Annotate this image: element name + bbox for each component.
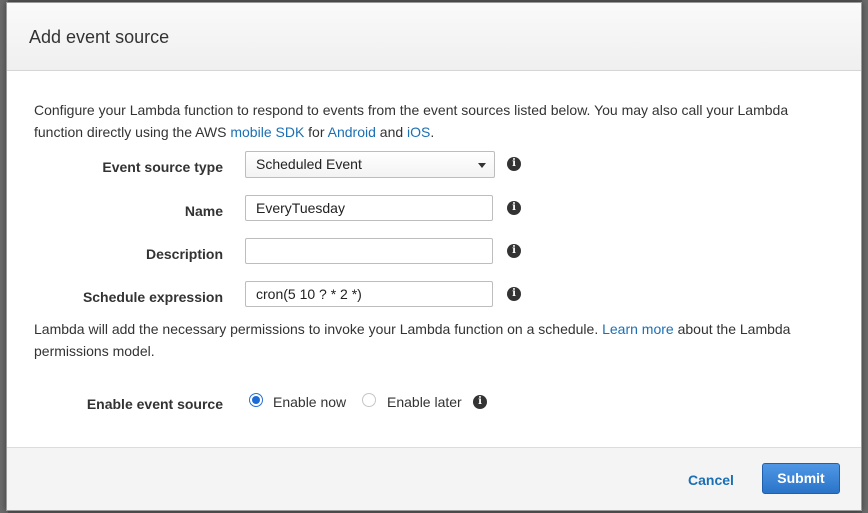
dialog-header: Add event source	[7, 3, 861, 71]
chevron-down-icon	[478, 163, 486, 168]
event-source-type-value: Scheduled Event	[256, 156, 362, 172]
info-icon[interactable]: i	[507, 157, 521, 171]
info-icon[interactable]: i	[473, 395, 487, 409]
intro-text-part: for	[304, 124, 328, 140]
add-event-source-dialog: Add event source Configure your Lambda f…	[6, 2, 862, 511]
intro-text: Configure your Lambda function to respon…	[34, 99, 834, 143]
note-text-part: Lambda will add the necessary permission…	[34, 321, 603, 337]
schedule-expression-input[interactable]	[245, 281, 493, 307]
name-input[interactable]	[245, 195, 493, 221]
ios-link[interactable]: iOS	[407, 124, 430, 140]
learn-more-link[interactable]: Learn more	[602, 321, 674, 337]
enable-now-label[interactable]: Enable now	[273, 394, 346, 410]
enable-later-label[interactable]: Enable later	[387, 394, 462, 410]
schedule-expression-label: Schedule expression	[82, 289, 223, 305]
dialog-body: Configure your Lambda function to respon…	[7, 71, 861, 447]
android-link[interactable]: Android	[328, 124, 376, 140]
enable-event-source-label: Enable event source	[86, 396, 223, 412]
dialog-footer: Cancel Submit	[7, 447, 861, 510]
info-icon[interactable]: i	[507, 201, 521, 215]
cancel-button[interactable]: Cancel	[688, 472, 734, 488]
event-source-type-select[interactable]: Scheduled Event	[245, 151, 495, 178]
dialog-title: Add event source	[29, 27, 170, 47]
page-backdrop-right	[862, 0, 868, 513]
enable-now-radio[interactable]	[249, 393, 263, 407]
description-input[interactable]	[245, 238, 493, 264]
submit-button[interactable]: Submit	[762, 463, 840, 494]
info-icon[interactable]: i	[507, 287, 521, 301]
info-icon[interactable]: i	[507, 244, 521, 258]
mobile-sdk-link[interactable]: mobile SDK	[230, 124, 304, 140]
enable-later-radio[interactable]	[362, 393, 376, 407]
name-label: Name	[184, 203, 223, 219]
description-label: Description	[145, 246, 223, 262]
intro-text-part: and	[375, 124, 408, 140]
permissions-note: Lambda will add the necessary permission…	[34, 318, 834, 362]
event-source-type-label: Event source type	[102, 159, 223, 175]
intro-text-part: .	[430, 124, 435, 140]
